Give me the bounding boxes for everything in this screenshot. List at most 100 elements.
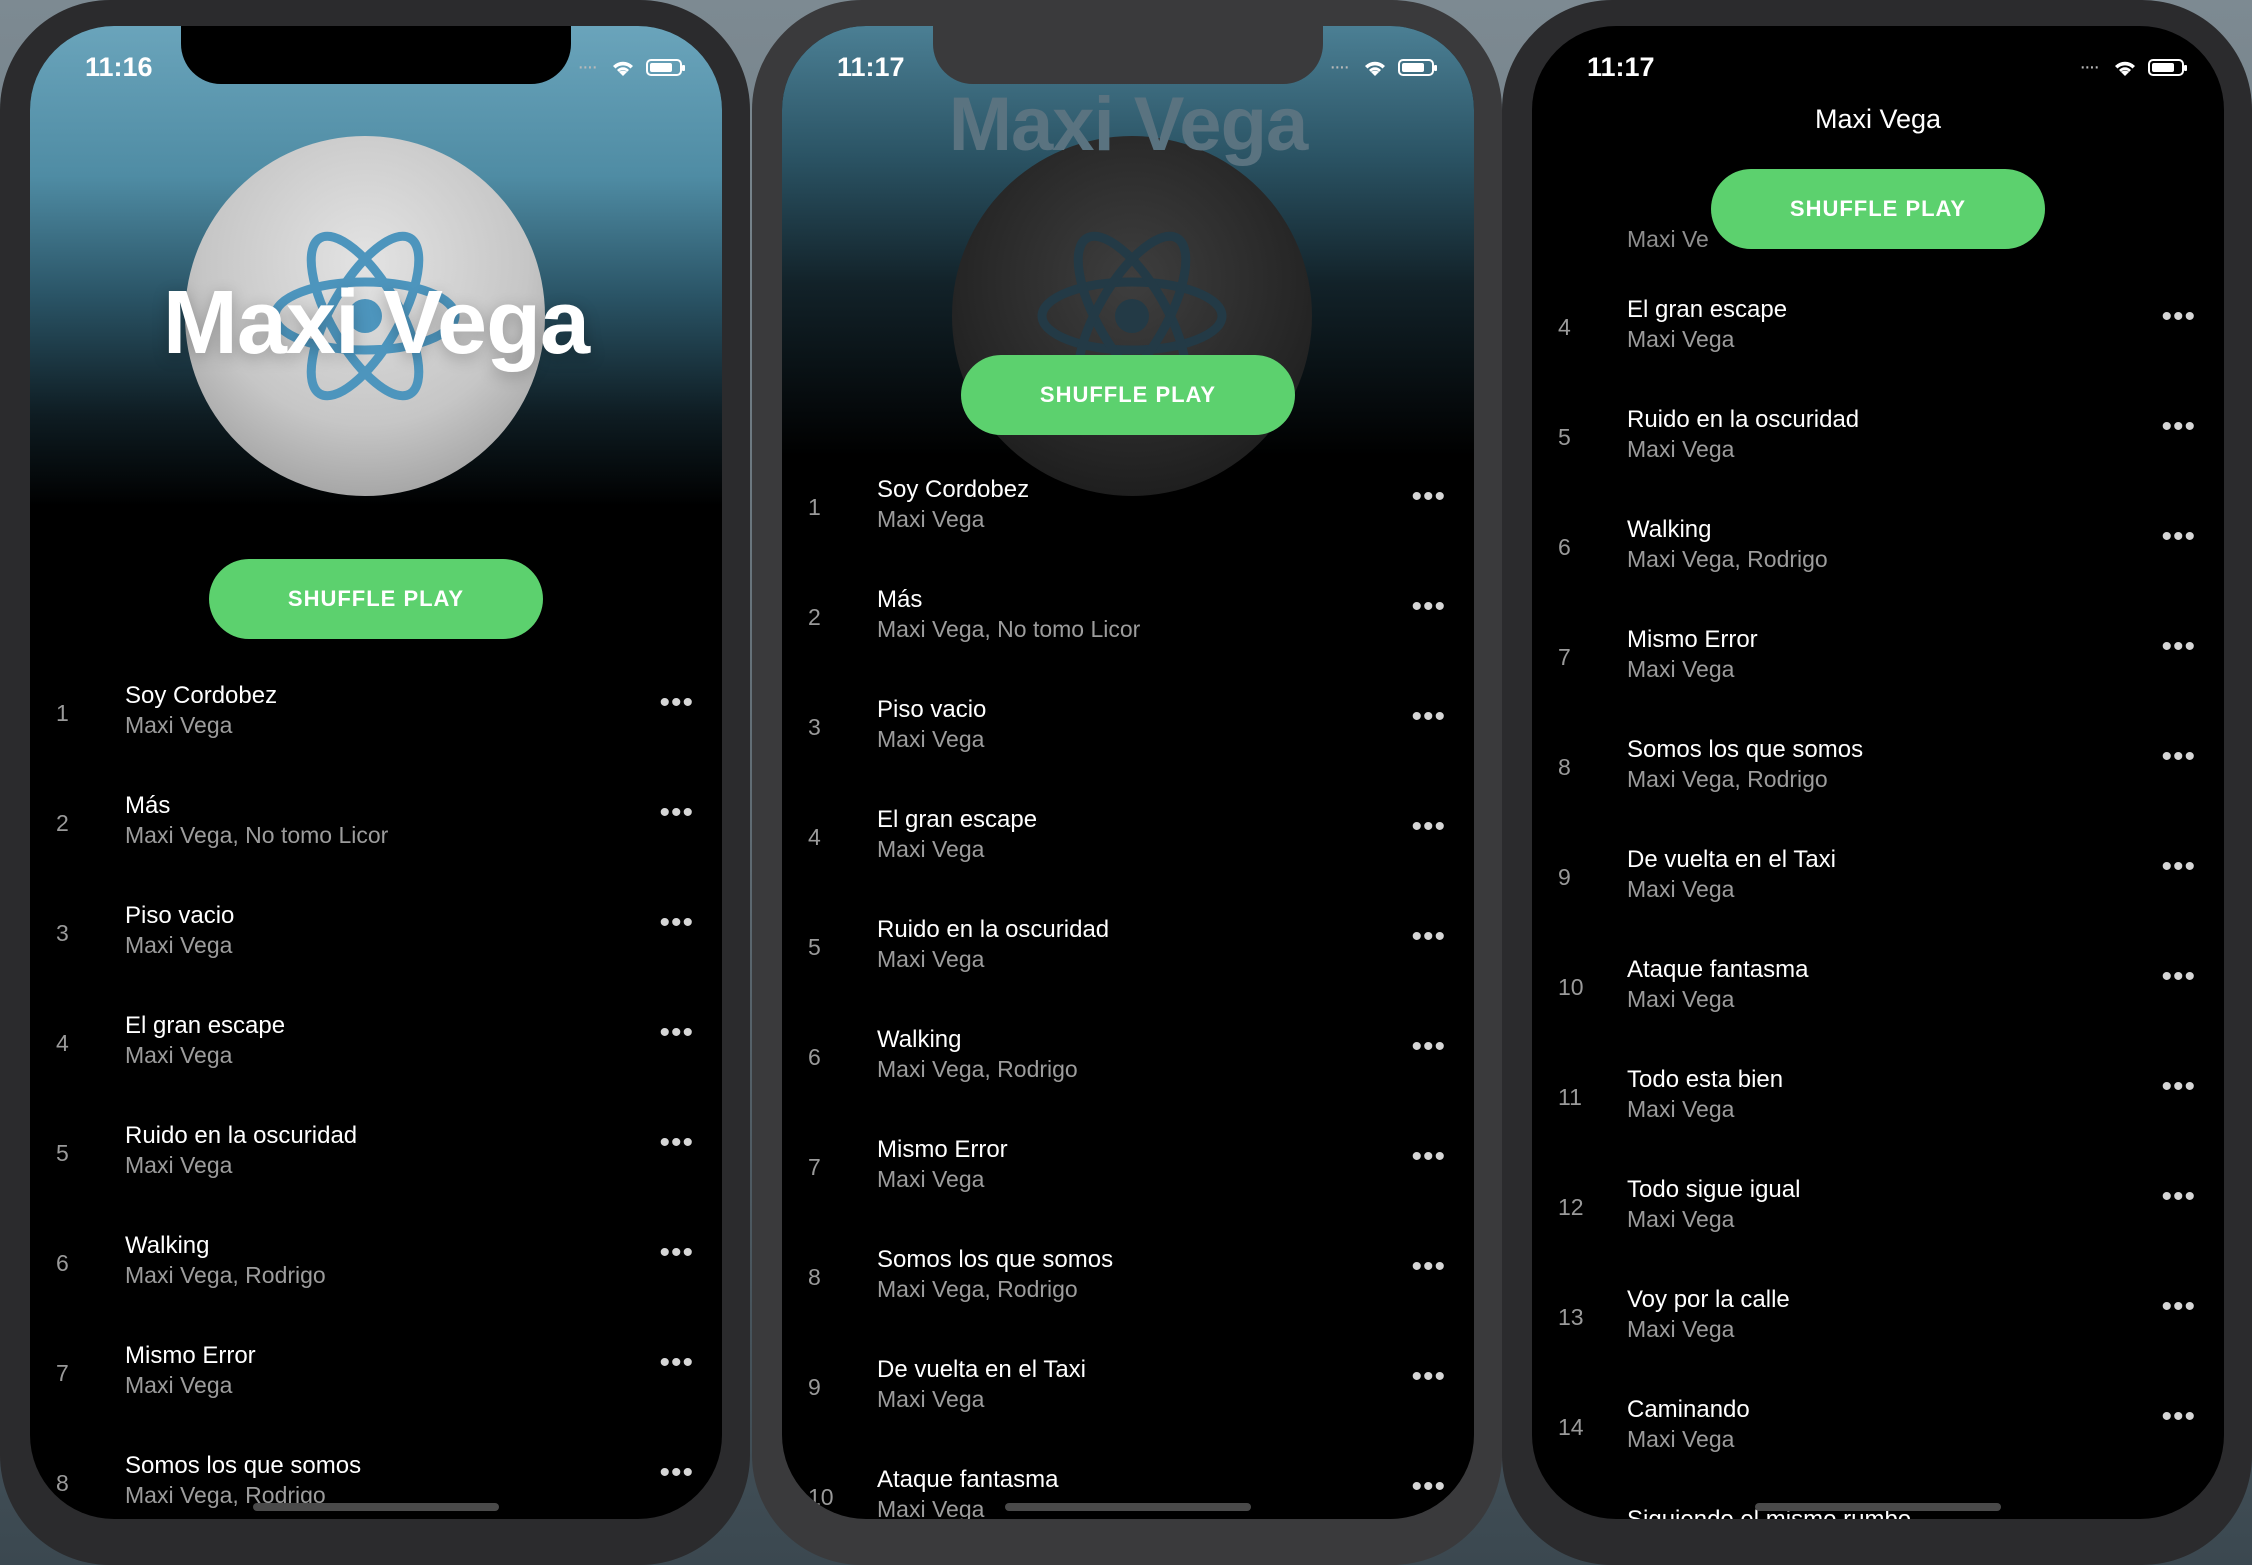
more-options-icon[interactable]: ••• — [1411, 1140, 1446, 1174]
track-number: 1 — [56, 700, 69, 726]
more-options-icon[interactable]: ••• — [1411, 1360, 1446, 1394]
more-options-icon[interactable]: ••• — [2161, 1510, 2196, 1519]
more-options-icon[interactable]: ••• — [659, 1016, 694, 1050]
track-title: Piso vacio — [877, 696, 987, 723]
track-row[interactable]: 14 Caminando Maxi Vega ••• — [1532, 1378, 2224, 1478]
status-icons: ···· — [2079, 56, 2187, 79]
more-options-icon[interactable]: ••• — [2161, 300, 2196, 334]
track-artist: Maxi Vega — [125, 932, 233, 958]
track-row[interactable]: 5 Ruido en la oscuridad Maxi Vega ••• — [30, 1104, 722, 1204]
track-row[interactable]: 2 Más Maxi Vega, No tomo Licor ••• — [30, 774, 722, 874]
track-row[interactable]: 7 Mismo Error Maxi Vega ••• — [30, 1324, 722, 1424]
track-row[interactable]: 4 El gran escape Maxi Vega ••• — [782, 788, 1474, 888]
track-title: Somos los que somos — [1627, 736, 1864, 763]
track-number: 3 — [56, 920, 69, 946]
track-artist: Maxi Vega — [877, 946, 985, 972]
more-options-icon[interactable]: ••• — [1411, 920, 1446, 954]
track-title: Mismo Error — [125, 1342, 256, 1369]
track-title: Ataque fantasma — [877, 1466, 1059, 1493]
battery-icon — [1398, 59, 1437, 76]
track-number: 3 — [808, 714, 821, 740]
status-icons: ···· — [577, 56, 685, 79]
more-options-icon[interactable]: ••• — [659, 1126, 694, 1160]
track-row[interactable]: 12 Todo sigue igual Maxi Vega ••• — [1532, 1158, 2224, 1258]
track-row[interactable]: 13 Voy por la calle Maxi Vega ••• — [1532, 1268, 2224, 1368]
track-row[interactable]: 5 Ruido en la oscuridad Maxi Vega ••• — [782, 898, 1474, 998]
track-row[interactable]: 6 Walking Maxi Vega, Rodrigo ••• — [1532, 498, 2224, 598]
track-number: 7 — [808, 1154, 821, 1180]
track-title: Somos los que somos — [125, 1452, 362, 1479]
more-options-icon[interactable]: ••• — [1411, 1470, 1446, 1504]
track-artist: Maxi Vega, Rodrigo — [1627, 546, 1828, 572]
more-options-icon[interactable]: ••• — [659, 906, 694, 940]
track-row[interactable]: 5 Ruido en la oscuridad Maxi Vega ••• — [1532, 388, 2224, 488]
phone-frame-1: 11:16 ···· Maxi Vega SHUFFLE PLAY 1 Soy C… — [0, 0, 750, 1565]
track-row[interactable]: 7 Mismo Error Maxi Vega ••• — [1532, 608, 2224, 708]
track-number: 9 — [808, 1374, 821, 1400]
more-options-icon[interactable]: ••• — [2161, 960, 2196, 994]
track-number: 5 — [56, 1140, 69, 1166]
more-options-icon[interactable]: ••• — [1411, 810, 1446, 844]
track-row[interactable]: 1 Soy Cordobez Maxi Vega ••• — [782, 458, 1474, 558]
notch — [1683, 26, 2073, 84]
track-artist: Maxi Vega — [877, 726, 985, 752]
track-title: Somos los que somos — [877, 1246, 1114, 1273]
track-row[interactable]: 9 De vuelta en el Taxi Maxi Vega ••• — [782, 1338, 1474, 1438]
track-row[interactable]: 9 De vuelta en el Taxi Maxi Vega ••• — [1532, 828, 2224, 928]
track-artist: Maxi Vega, No tomo Licor — [877, 616, 1141, 642]
track-row[interactable]: 10 Ataque fantasma Maxi Vega ••• — [1532, 938, 2224, 1038]
more-options-icon[interactable]: ••• — [2161, 520, 2196, 554]
track-number: 8 — [808, 1264, 821, 1290]
track-number: 9 — [1558, 864, 1571, 890]
track-row[interactable]: 3 Piso vacio Maxi Vega ••• — [30, 884, 722, 984]
track-row[interactable]: 4 El gran escape Maxi Vega ••• — [1532, 278, 2224, 378]
more-options-icon[interactable]: ••• — [1411, 590, 1446, 624]
track-title: Todo esta bien — [1627, 1066, 1784, 1093]
track-title: Ruido en la oscuridad — [1627, 406, 1860, 433]
track-number: 10 — [1558, 974, 1584, 1000]
track-title: Más — [125, 792, 171, 819]
track-title: El gran escape — [1627, 296, 1788, 323]
track-row[interactable]: 6 Walking Maxi Vega, Rodrigo ••• — [30, 1214, 722, 1314]
track-number: 6 — [808, 1044, 821, 1070]
track-row[interactable]: 8 Somos los que somos Maxi Vega, Rodrigo ••… — [782, 1228, 1474, 1328]
more-options-icon[interactable]: ••• — [659, 1236, 694, 1270]
track-title: Walking — [877, 1026, 962, 1053]
track-title: El gran escape — [877, 806, 1038, 833]
more-options-icon[interactable]: ••• — [2161, 1180, 2196, 1214]
more-options-icon[interactable]: ••• — [2161, 1400, 2196, 1434]
more-options-icon[interactable]: ••• — [2161, 1290, 2196, 1324]
shuffle-play-button[interactable]: SHUFFLE PLAY — [209, 559, 543, 639]
more-options-icon[interactable]: ••• — [1411, 1030, 1446, 1064]
more-options-icon[interactable]: ••• — [659, 796, 694, 830]
track-row[interactable]: 2 Más Maxi Vega, No tomo Licor ••• — [782, 568, 1474, 668]
more-options-icon[interactable]: ••• — [659, 686, 694, 720]
more-options-icon[interactable]: ••• — [2161, 740, 2196, 774]
track-row[interactable]: 4 El gran escape Maxi Vega ••• — [30, 994, 722, 1094]
more-options-icon[interactable]: ••• — [2161, 1070, 2196, 1104]
more-options-icon[interactable]: ••• — [1411, 700, 1446, 734]
shuffle-play-button[interactable]: SHUFFLE PLAY — [1711, 169, 2045, 249]
more-options-icon[interactable]: ••• — [2161, 630, 2196, 664]
track-title: El gran escape — [125, 1012, 286, 1039]
track-row[interactable]: 1 Soy Cordobez Maxi Vega ••• — [30, 664, 722, 764]
track-title: Mismo Error — [877, 1136, 1008, 1163]
track-row[interactable]: 7 Mismo Error Maxi Vega ••• — [782, 1118, 1474, 1218]
track-row[interactable]: 6 Walking Maxi Vega, Rodrigo ••• — [782, 1008, 1474, 1108]
track-title: Walking — [1627, 516, 1712, 543]
phone-frame-3: 11:17 ···· Maxi Vega Maxi Ve SHUFFLE PLA… — [1502, 0, 2252, 1565]
shuffle-play-button[interactable]: SHUFFLE PLAY — [961, 355, 1295, 435]
more-options-icon[interactable]: ••• — [1411, 1250, 1446, 1284]
more-options-icon[interactable]: ••• — [2161, 850, 2196, 884]
status-time: 11:16 — [85, 52, 153, 82]
track-artist: Maxi Vega — [1627, 1426, 1735, 1452]
track-artist: Maxi Vega, No tomo Licor — [125, 822, 389, 848]
more-options-icon[interactable]: ••• — [659, 1456, 694, 1490]
track-row[interactable]: 3 Piso vacio Maxi Vega ••• — [782, 678, 1474, 778]
more-options-icon[interactable]: ••• — [1411, 480, 1446, 514]
track-row[interactable]: 11 Todo esta bien Maxi Vega ••• — [1532, 1048, 2224, 1148]
track-row[interactable]: 8 Somos los que somos Maxi Vega, Rodrigo ••… — [1532, 718, 2224, 818]
track-number: 14 — [1558, 1414, 1584, 1440]
more-options-icon[interactable]: ••• — [659, 1346, 694, 1380]
more-options-icon[interactable]: ••• — [2161, 410, 2196, 444]
